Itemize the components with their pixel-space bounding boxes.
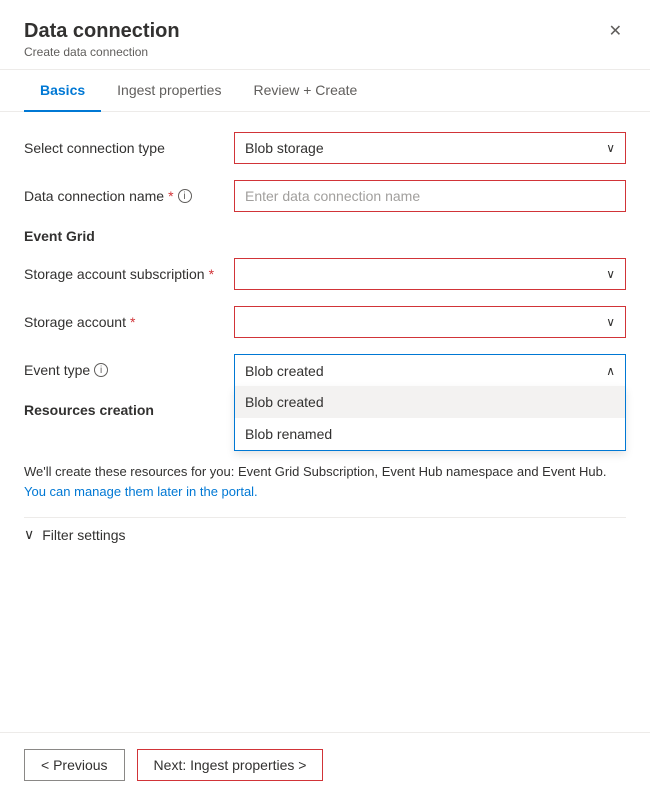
info-icon-event-type[interactable]: i	[94, 363, 108, 377]
storage-subscription-row: Storage account subscription * ∨	[24, 258, 626, 290]
info-icon[interactable]: i	[178, 189, 192, 203]
event-type-row: Event type i Blob created ∧ Blob created…	[24, 354, 626, 386]
connection-type-control: Blob storage ∨	[234, 132, 626, 164]
connection-name-row: Data connection name * i	[24, 180, 626, 212]
next-button[interactable]: Next: Ingest properties >	[137, 749, 324, 781]
filter-settings-section[interactable]: ∨ Filter settings	[24, 517, 626, 551]
connection-name-input[interactable]	[234, 180, 626, 212]
previous-button[interactable]: < Previous	[24, 749, 125, 781]
event-grid-section-title: Event Grid	[24, 228, 626, 244]
connection-type-label: Select connection type	[24, 140, 234, 156]
event-type-dropdown: Blob created Blob renamed	[234, 386, 626, 451]
connection-type-row: Select connection type Blob storage ∨	[24, 132, 626, 164]
tab-review-create[interactable]: Review + Create	[237, 70, 373, 112]
info-text: We'll create these resources for you: Ev…	[24, 462, 626, 501]
dialog-subtitle: Create data connection	[24, 45, 180, 59]
chevron-down-icon-filter: ∨	[24, 526, 34, 543]
manage-link[interactable]: You can manage them later in the portal.	[24, 484, 258, 499]
chevron-down-icon-subscription: ∨	[606, 267, 615, 281]
required-indicator: *	[168, 188, 173, 204]
dropdown-item-blob-created[interactable]: Blob created	[235, 386, 625, 418]
event-type-control: Blob created ∧ Blob created Blob renamed	[234, 354, 626, 386]
connection-name-control	[234, 180, 626, 212]
required-indicator-subscription: *	[209, 266, 214, 282]
storage-account-control: ∨	[234, 306, 626, 338]
storage-account-select[interactable]: ∨	[234, 306, 626, 338]
required-indicator-account: *	[130, 314, 135, 330]
dialog-header: Data connection Create data connection ✕	[0, 0, 650, 70]
tab-bar: Basics Ingest properties Review + Create	[0, 70, 650, 112]
storage-account-label: Storage account *	[24, 314, 234, 330]
dialog-title: Data connection	[24, 20, 180, 43]
resources-creation-label-col: Resources creation	[24, 402, 234, 418]
dropdown-item-blob-renamed[interactable]: Blob renamed	[235, 418, 625, 450]
storage-subscription-control: ∨	[234, 258, 626, 290]
close-button[interactable]: ✕	[605, 20, 626, 44]
data-connection-dialog: Data connection Create data connection ✕…	[0, 0, 650, 797]
tab-ingest-properties[interactable]: Ingest properties	[101, 70, 237, 112]
connection-name-label: Data connection name * i	[24, 188, 234, 204]
header-text: Data connection Create data connection	[24, 20, 180, 59]
event-type-label: Event type i	[24, 362, 234, 378]
chevron-up-icon-event: ∧	[606, 364, 615, 378]
form-content: Select connection type Blob storage ∨ Da…	[0, 112, 650, 732]
tab-basics[interactable]: Basics	[24, 70, 101, 112]
storage-subscription-label: Storage account subscription *	[24, 266, 234, 282]
chevron-down-icon: ∨	[606, 141, 615, 155]
dialog-footer: < Previous Next: Ingest properties >	[0, 732, 650, 797]
chevron-down-icon-account: ∨	[606, 315, 615, 329]
event-type-select[interactable]: Blob created ∧	[234, 354, 626, 386]
storage-subscription-select[interactable]: ∨	[234, 258, 626, 290]
connection-type-select[interactable]: Blob storage ∨	[234, 132, 626, 164]
storage-account-row: Storage account * ∨	[24, 306, 626, 338]
